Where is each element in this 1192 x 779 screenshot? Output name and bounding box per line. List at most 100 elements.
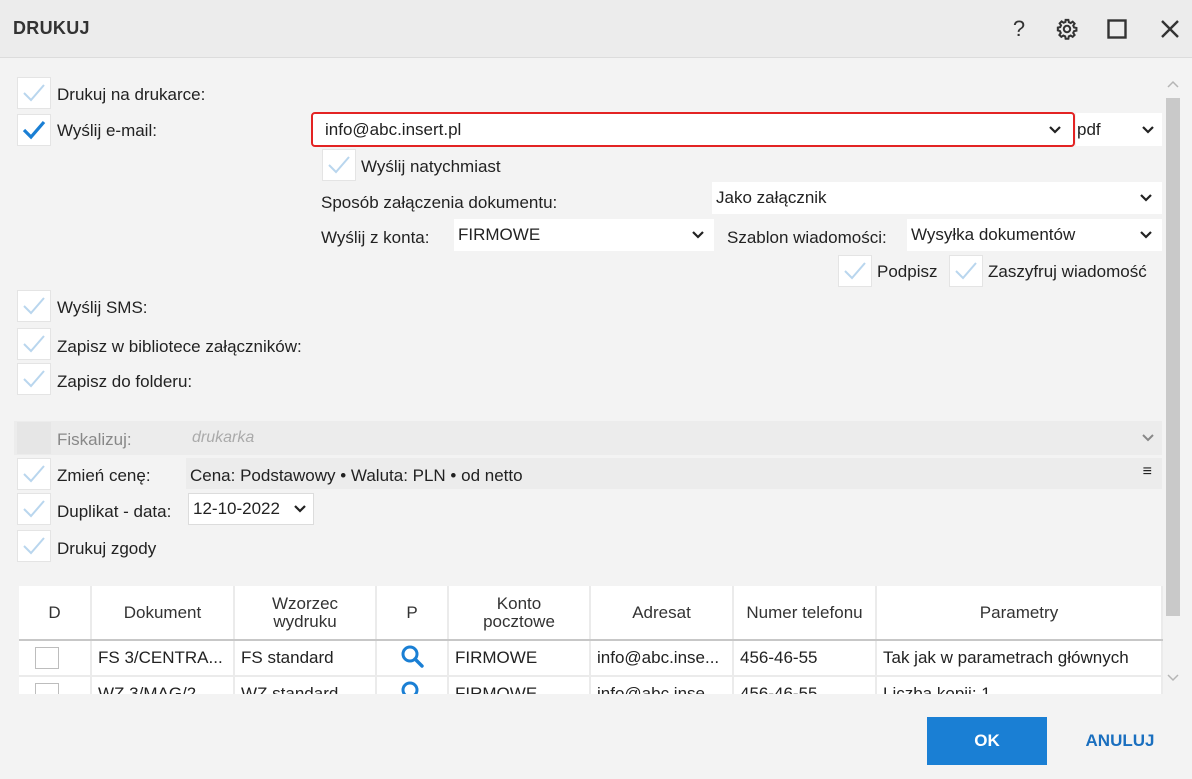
template-cell: FS standard [234, 640, 377, 677]
table-row[interactable]: FS 3/CENTRA... FS standard FIRMOWE info@… [19, 640, 1163, 677]
save-folder-label: Zapisz do folderu: [57, 372, 193, 391]
documents-table: D Dokument Wzorzec wydruku P Konto poczt… [19, 586, 1163, 694]
email-format-select[interactable]: pdf [1076, 113, 1162, 146]
check-icon [844, 262, 866, 280]
fiscalize-label: Fiskalizuj: [57, 430, 132, 449]
send-email-label: Wyślij e-mail: [57, 121, 157, 140]
check-icon [23, 465, 45, 483]
document-cell: WZ 3/MAG/2... [91, 676, 235, 694]
column-header-p[interactable]: P [376, 586, 449, 641]
table-row[interactable]: WZ 3/MAG/2... WZ standard FIRMOWE info@a… [19, 676, 1163, 695]
send-email-checkbox[interactable] [17, 114, 51, 146]
save-library-label: Zapisz w bibliotece załączników: [57, 337, 302, 356]
column-header-template[interactable]: Wzorzec wydruku [234, 586, 377, 641]
preview-cell[interactable] [376, 640, 449, 677]
params-cell: Tak jak w parametrach głównych [876, 640, 1163, 677]
duplicate-date-value: 12-10-2022 [193, 499, 280, 518]
scroll-up-icon[interactable] [1167, 80, 1179, 88]
help-icon: ? [1012, 16, 1026, 41]
account-label: Wyślij z konta: [321, 228, 430, 247]
template-value: Wysyłka dokumentów [911, 225, 1076, 244]
column-header-document[interactable]: Dokument [91, 586, 235, 641]
attach-method-select[interactable]: Jako załącznik [712, 182, 1162, 214]
column-header-phone[interactable]: Numer telefonu [733, 586, 877, 641]
check-icon [23, 500, 45, 518]
print-on-printer-checkbox[interactable] [17, 77, 51, 109]
change-price-checkbox[interactable] [17, 458, 51, 490]
phone-cell: 456-46-55 [733, 676, 877, 694]
row-select-cell[interactable] [19, 676, 92, 694]
price-field[interactable]: Cena: Podstawowy • Waluta: PLN • od nett… [186, 458, 1162, 489]
price-value: Cena: Podstawowy • Waluta: PLN • od nett… [190, 466, 523, 485]
check-icon [955, 262, 977, 280]
magnifier-icon[interactable] [400, 644, 424, 668]
encrypt-label: Zaszyfruj wiadomość [988, 262, 1147, 281]
change-price-label: Zmień cenę: [57, 466, 151, 485]
column-header-recipient[interactable]: Adresat [590, 586, 734, 641]
sign-label: Podpisz [877, 262, 938, 281]
duplicate-date-picker[interactable]: 12-10-2022 [188, 493, 314, 525]
column-header-d[interactable]: D [19, 586, 92, 641]
check-icon [23, 297, 45, 315]
maximize-button[interactable] [1100, 12, 1134, 46]
menu-icon[interactable]: ≡ [1143, 463, 1152, 481]
chevron-down-icon [1142, 434, 1154, 442]
print-on-printer-label: Drukuj na drukarce: [57, 85, 206, 104]
chevron-down-icon [1140, 194, 1152, 202]
print-consents-checkbox[interactable] [17, 530, 51, 562]
account-cell: FIRMOWE [448, 676, 591, 694]
close-icon [1161, 20, 1179, 38]
maximize-icon [1107, 19, 1127, 39]
row-checkbox[interactable] [35, 683, 59, 694]
cancel-button[interactable]: ANULUJ [1068, 717, 1172, 765]
window-title: DRUKUJ [13, 18, 90, 38]
chevron-down-icon [1049, 125, 1061, 134]
scrollbar-thumb[interactable] [1166, 98, 1180, 616]
row-checkbox[interactable] [35, 647, 59, 669]
fiscalize-placeholder: drukarka [192, 429, 255, 446]
attach-method-label: Sposób załączenia dokumentu: [321, 193, 558, 212]
sign-checkbox[interactable] [838, 255, 872, 287]
template-label: Szablon wiadomości: [727, 228, 887, 247]
recipient-cell: info@abc.inse... [590, 640, 734, 677]
row-select-cell[interactable] [19, 640, 92, 677]
column-header-params[interactable]: Parametry [876, 586, 1163, 641]
ok-button[interactable]: OK [927, 717, 1047, 765]
recipient-cell: info@abc.inse... [590, 676, 734, 694]
email-address-select[interactable]: info@abc.insert.pl [311, 112, 1075, 147]
template-select[interactable]: Wysyłka dokumentów [907, 219, 1162, 251]
check-icon [23, 84, 45, 102]
phone-cell: 456-46-55 [733, 640, 877, 677]
account-value: FIRMOWE [458, 225, 541, 244]
send-now-label: Wyślij natychmiast [361, 157, 501, 176]
encrypt-checkbox[interactable] [949, 255, 983, 287]
close-button[interactable] [1153, 12, 1187, 46]
preview-cell[interactable] [376, 676, 449, 695]
template-cell: WZ standard [234, 676, 377, 694]
fiscalize-checkbox [17, 422, 51, 454]
duplicate-date-checkbox[interactable] [17, 493, 51, 525]
save-library-checkbox[interactable] [17, 328, 51, 360]
params-cell: Liczba kopii: 1 [876, 676, 1163, 694]
document-cell: FS 3/CENTRA... [91, 640, 235, 677]
email-format-value: pdf [1077, 119, 1101, 139]
chevron-down-icon [692, 231, 704, 239]
send-sms-checkbox[interactable] [17, 290, 51, 322]
column-header-account[interactable]: Konto pocztowe [448, 586, 591, 641]
save-folder-checkbox[interactable] [17, 363, 51, 395]
chevron-down-icon [294, 505, 306, 513]
help-button[interactable]: ? [1002, 12, 1036, 46]
settings-button[interactable] [1050, 12, 1084, 46]
magnifier-icon[interactable] [400, 680, 424, 695]
account-cell: FIRMOWE [448, 640, 591, 677]
check-icon [22, 120, 46, 140]
fiscalize-select: drukarka [186, 421, 1162, 455]
check-icon [328, 156, 350, 174]
send-now-checkbox[interactable] [322, 149, 356, 181]
duplicate-date-label: Duplikat - data: [57, 502, 172, 521]
documents-table-viewport: D Dokument Wzorzec wydruku P Konto poczt… [0, 586, 1192, 694]
check-icon [23, 537, 45, 555]
check-icon [23, 370, 45, 388]
account-select[interactable]: FIRMOWE [454, 219, 714, 251]
email-address-value: info@abc.insert.pl [325, 119, 462, 139]
